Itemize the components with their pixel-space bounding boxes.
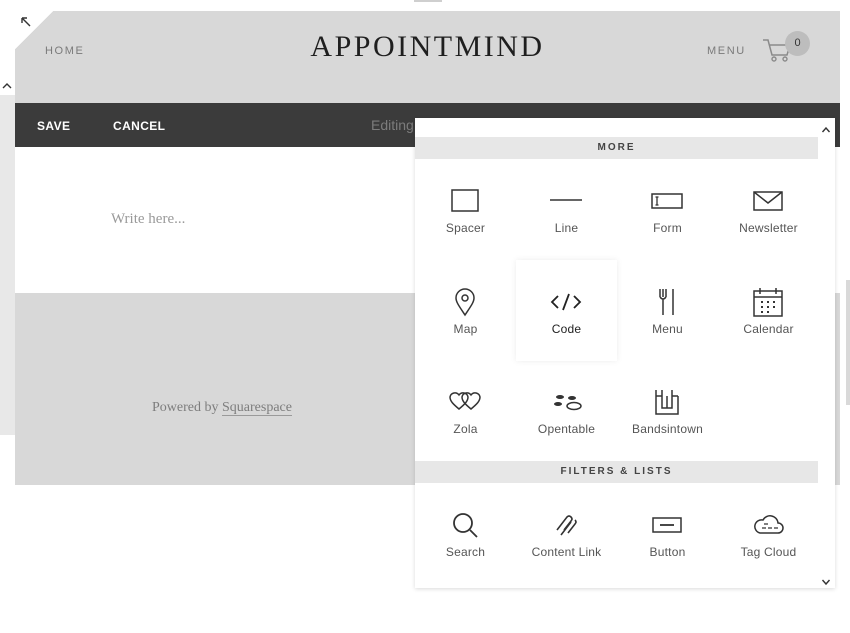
map-pin-icon [449,286,481,318]
powered-by-text: Powered by Squarespace [152,400,292,416]
block-label: Line [554,221,579,235]
block-label: Calendar [743,322,794,336]
search-icon [449,509,481,541]
fork-knife-icon [651,286,683,318]
left-gutter-strip [0,95,15,435]
block-opentable[interactable]: Opentable [516,360,617,461]
block-spacer[interactable]: Spacer [415,159,516,260]
block-bandsintown[interactable]: Bandsintown [617,360,718,461]
code-icon [550,286,582,318]
text-placeholder[interactable]: Write here... [111,211,185,228]
powered-by-prefix: Powered by [152,400,222,415]
block-label: Newsletter [739,221,798,235]
block-search[interactable]: Search [415,483,516,584]
block-map[interactable]: Map [415,260,516,361]
spacer-icon [449,185,481,217]
block-form[interactable]: Form [617,159,718,260]
block-label: Map [453,322,478,336]
newsletter-icon [752,185,784,217]
block-label: Menu [652,322,683,336]
section-header-more: MORE [415,137,818,159]
block-content-link[interactable]: Content Link [516,483,617,584]
block-tag-cloud[interactable]: Tag Cloud [718,483,819,584]
save-button[interactable]: SAVE [37,119,70,133]
zola-icon [449,386,481,418]
block-line[interactable]: Line [516,159,617,260]
line-icon [550,185,582,217]
tag-cloud-icon [752,509,784,541]
block-label: Button [649,545,686,559]
panel-scroll-up-icon[interactable] [821,122,831,133]
block-code[interactable]: Code [516,260,617,361]
block-label: Bandsintown [632,422,703,436]
opentable-icon [550,386,582,418]
cart-count-badge[interactable]: 0 [785,31,810,56]
block-label: Opentable [537,422,596,436]
top-notch [414,0,442,2]
bandsintown-icon [651,386,683,418]
block-label: Content Link [531,545,602,559]
block-label: Spacer [445,221,486,235]
editing-status: Editing [371,117,414,133]
page-scrollbar-thumb[interactable] [846,280,850,405]
content-link-icon [550,509,582,541]
block-label: Search [445,545,486,559]
form-icon [651,185,683,217]
calendar-icon [752,286,784,318]
expand-arrow-icon[interactable] [19,15,33,29]
block-calendar[interactable]: Calendar [718,260,819,361]
cancel-button[interactable]: CANCEL [113,119,165,133]
block-zola[interactable]: Zola [415,360,516,461]
panel-scroll-down-icon[interactable] [821,574,831,586]
block-button[interactable]: Button [617,483,718,584]
squarespace-link[interactable]: Squarespace [222,400,292,416]
block-label: Zola [453,422,478,436]
block-newsletter[interactable]: Newsletter [718,159,819,260]
block-label: Form [653,221,682,235]
block-menu[interactable]: Menu [617,260,718,361]
button-icon [651,509,683,541]
nav-menu-link[interactable]: MENU [707,45,746,57]
block-label: Tag Cloud [740,545,797,559]
block-label: Code [551,322,582,336]
chevron-up-icon[interactable] [1,79,13,91]
section-header-filters-lists: FILTERS & LISTS [415,461,818,483]
